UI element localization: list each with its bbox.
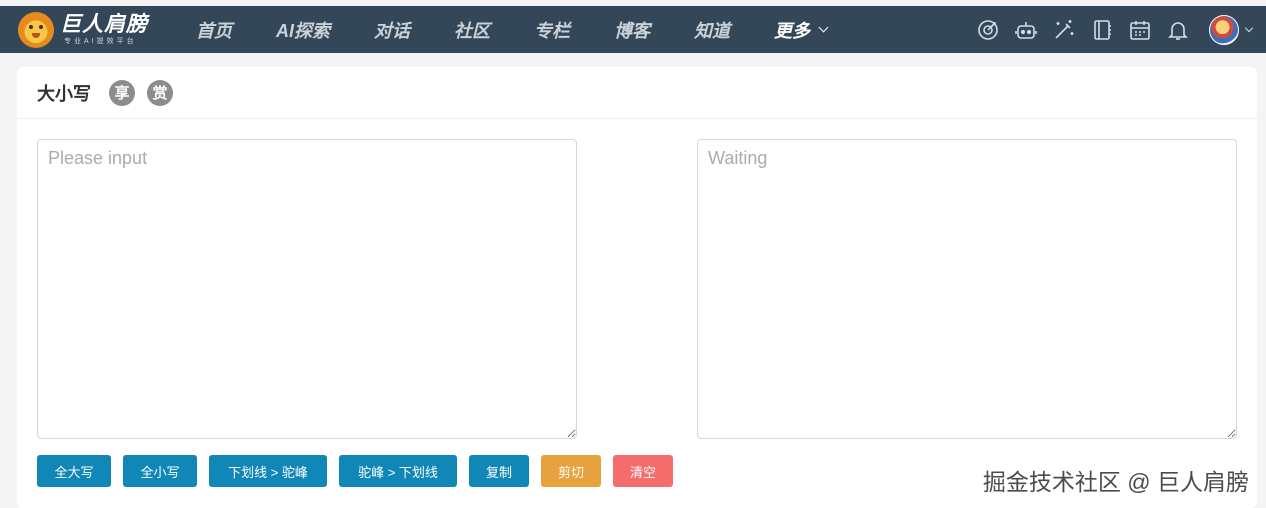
calendar-icon[interactable]	[1127, 17, 1153, 43]
chevron-down-icon[interactable]	[1244, 23, 1254, 33]
share-badge[interactable]: 享	[109, 79, 135, 106]
snake-to-camel-button[interactable]: 下划线 > 驼峰	[209, 455, 327, 487]
reward-badge[interactable]: 赏	[147, 79, 173, 106]
case-converter-card: 大小写 享 赏 全大写 全小写 下划线 > 驼峰 驼峰 > 下划线 复制 剪切 …	[17, 67, 1257, 508]
nav-item-more[interactable]: 更多	[774, 17, 829, 43]
magic-wand-icon[interactable]	[1051, 17, 1077, 43]
logo[interactable]: 巨人肩膀 专业AI提效平台	[18, 6, 168, 53]
uppercase-button[interactable]: 全大写	[37, 455, 111, 487]
logo-title: 巨人肩膀	[60, 13, 148, 36]
nav-item-chat[interactable]: 对话	[374, 17, 410, 43]
page-title: 大小写	[37, 83, 91, 104]
nav-more-label: 更多	[774, 20, 810, 41]
camel-to-snake-button[interactable]: 驼峰 > 下划线	[339, 455, 457, 487]
watermark: 掘金技术社区 @ 巨人肩膀	[982, 469, 1249, 495]
nav-item-home[interactable]: 首页	[196, 17, 232, 43]
bell-icon[interactable]	[1165, 17, 1191, 43]
lion-logo-icon	[18, 11, 54, 48]
target-icon[interactable]	[975, 17, 1001, 43]
logo-subtitle: 专业AI提效平台	[64, 38, 137, 45]
output-textarea[interactable]	[697, 139, 1237, 439]
card-header: 大小写 享 赏	[17, 67, 1257, 119]
nav-item-qa[interactable]: 知道	[694, 17, 730, 43]
action-buttons: 全大写 全小写 下划线 > 驼峰 驼峰 > 下划线 复制 剪切 清空	[37, 455, 685, 487]
notebook-icon[interactable]	[1089, 17, 1115, 43]
copy-button[interactable]: 复制	[469, 455, 529, 487]
lowercase-button[interactable]: 全小写	[123, 455, 197, 487]
nav-item-community[interactable]: 社区	[454, 17, 490, 43]
clear-button[interactable]: 清空	[613, 455, 673, 487]
nav-menu: 首页 AI探索 对话 社区 专栏 博客 知道 更多	[196, 6, 829, 53]
top-navbar: 巨人肩膀 专业AI提效平台 首页 AI探索 对话 社区 专栏 博客 知道 更多	[0, 6, 1266, 53]
nav-icon-bar	[963, 6, 1254, 53]
nav-item-column[interactable]: 专栏	[534, 17, 570, 43]
nav-item-ai-explore[interactable]: AI探索	[276, 17, 330, 43]
chevron-down-icon	[818, 22, 829, 33]
input-textarea[interactable]	[37, 139, 577, 439]
nav-item-blog[interactable]: 博客	[614, 17, 650, 43]
robot-icon[interactable]	[1013, 17, 1039, 43]
cut-button[interactable]: 剪切	[541, 455, 601, 487]
avatar[interactable]	[1209, 14, 1239, 45]
